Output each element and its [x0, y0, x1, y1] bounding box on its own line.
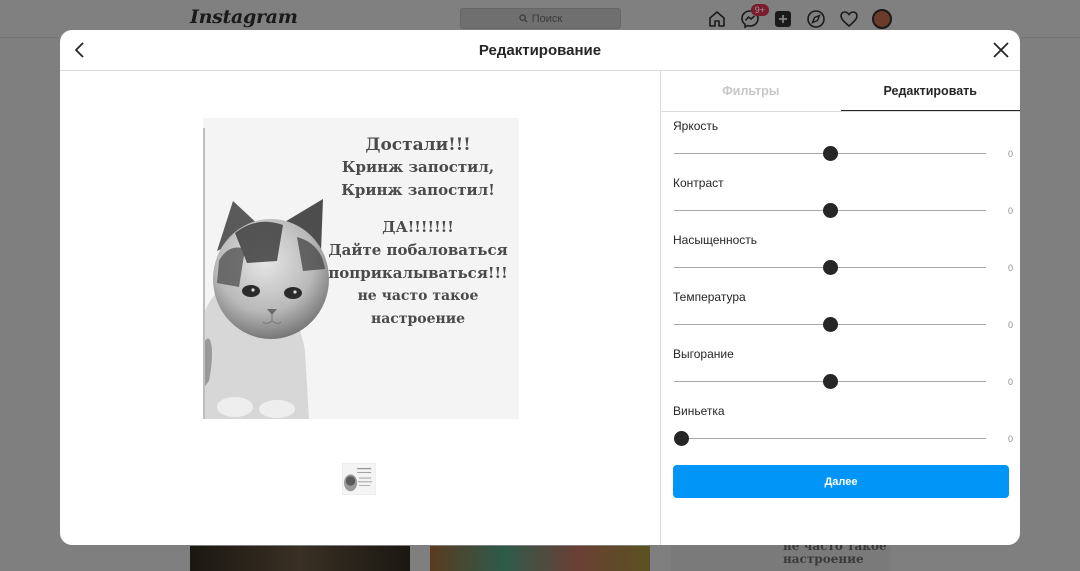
profile-avatar-icon — [872, 9, 892, 29]
image-thumbnail[interactable] — [342, 463, 376, 495]
chevron-left-icon — [75, 42, 84, 58]
adjustments-list: Яркость 0 Контраст 0 Насыщенность 0 Темп… — [673, 119, 1013, 461]
adjustment-value: 0 — [1007, 149, 1013, 159]
slider-handle[interactable] — [822, 317, 838, 332]
new-post-icon — [772, 8, 794, 30]
instagram-logo: Instagram — [190, 6, 298, 28]
tab-filters[interactable]: Фильтры — [661, 71, 841, 111]
preview-area: Достали!!! Кринж запостил, Кринж запости… — [60, 71, 660, 545]
adjustment-fade: Выгорание 0 — [673, 347, 1013, 404]
modal-header: Редактирование — [60, 30, 1020, 71]
messages-badge: 9+ — [750, 4, 769, 16]
back-button[interactable] — [70, 40, 90, 60]
search-placeholder: Поиск — [531, 12, 563, 25]
adjustment-value: 0 — [1007, 377, 1013, 387]
feed-thumbnail-text: не часто такое настроение — [783, 539, 887, 566]
modal-body: Достали!!! Кринж запостил, Кринж запости… — [60, 71, 1020, 545]
adjustment-label: Виньетка — [673, 404, 725, 418]
close-button[interactable] — [990, 39, 1012, 61]
feed-thumbnail: не часто такое настроение — [671, 539, 891, 571]
adjustment-value: 0 — [1007, 320, 1013, 330]
slider-track[interactable] — [674, 438, 986, 439]
adjustment-vignette: Виньетка 0 — [673, 404, 1013, 461]
adjustment-value: 0 — [1007, 206, 1013, 216]
heart-icon — [838, 8, 860, 30]
modal-title: Редактирование — [478, 41, 602, 59]
slider-handle[interactable] — [822, 146, 838, 161]
slider-handle[interactable] — [822, 374, 838, 389]
slider-handle[interactable] — [674, 431, 689, 446]
adjustment-value: 0 — [1007, 434, 1013, 444]
thumbnail-preview-icon — [344, 468, 373, 492]
search-icon — [519, 14, 528, 23]
adjustment-contrast: Контраст 0 — [673, 176, 1013, 233]
edit-tabs: Фильтры Редактировать — [661, 71, 1020, 112]
slider-handle[interactable] — [822, 203, 838, 218]
avatar — [871, 8, 893, 30]
adjustment-saturation: Насыщенность 0 — [673, 233, 1013, 290]
post-image: Достали!!! Кринж запостил, Кринж запости… — [203, 118, 519, 419]
adjustment-label: Выгорание — [673, 347, 734, 361]
edit-modal: Редактирование Достали!!! Кринж запостил… — [60, 30, 1020, 545]
feed-thumbnail — [190, 546, 410, 571]
edit-panel: Фильтры Редактировать Яркость 0 Контраст… — [660, 71, 1020, 545]
adjustment-label: Яркость — [673, 119, 719, 133]
feed-thumbnail — [430, 546, 650, 571]
messenger-icon: 9+ — [739, 4, 769, 30]
explore-icon — [805, 8, 827, 30]
adjustment-temperature: Температура 0 — [673, 290, 1013, 347]
adjustment-label: Насыщенность — [673, 233, 758, 247]
next-button[interactable]: Далее — [673, 465, 1009, 498]
search-input: Поиск — [460, 8, 621, 29]
slider-handle[interactable] — [822, 260, 838, 275]
adjustment-brightness: Яркость 0 — [673, 119, 1013, 176]
adjustment-label: Контраст — [673, 176, 724, 190]
top-nav: 9+ — [706, 4, 893, 30]
meme-text: Достали!!! Кринж запостил, Кринж запости… — [328, 135, 508, 327]
tab-edit[interactable]: Редактировать — [840, 71, 1020, 111]
close-icon — [993, 42, 1009, 58]
adjustment-value: 0 — [1007, 263, 1013, 273]
home-icon — [706, 8, 728, 30]
adjustment-label: Температура — [673, 290, 746, 304]
